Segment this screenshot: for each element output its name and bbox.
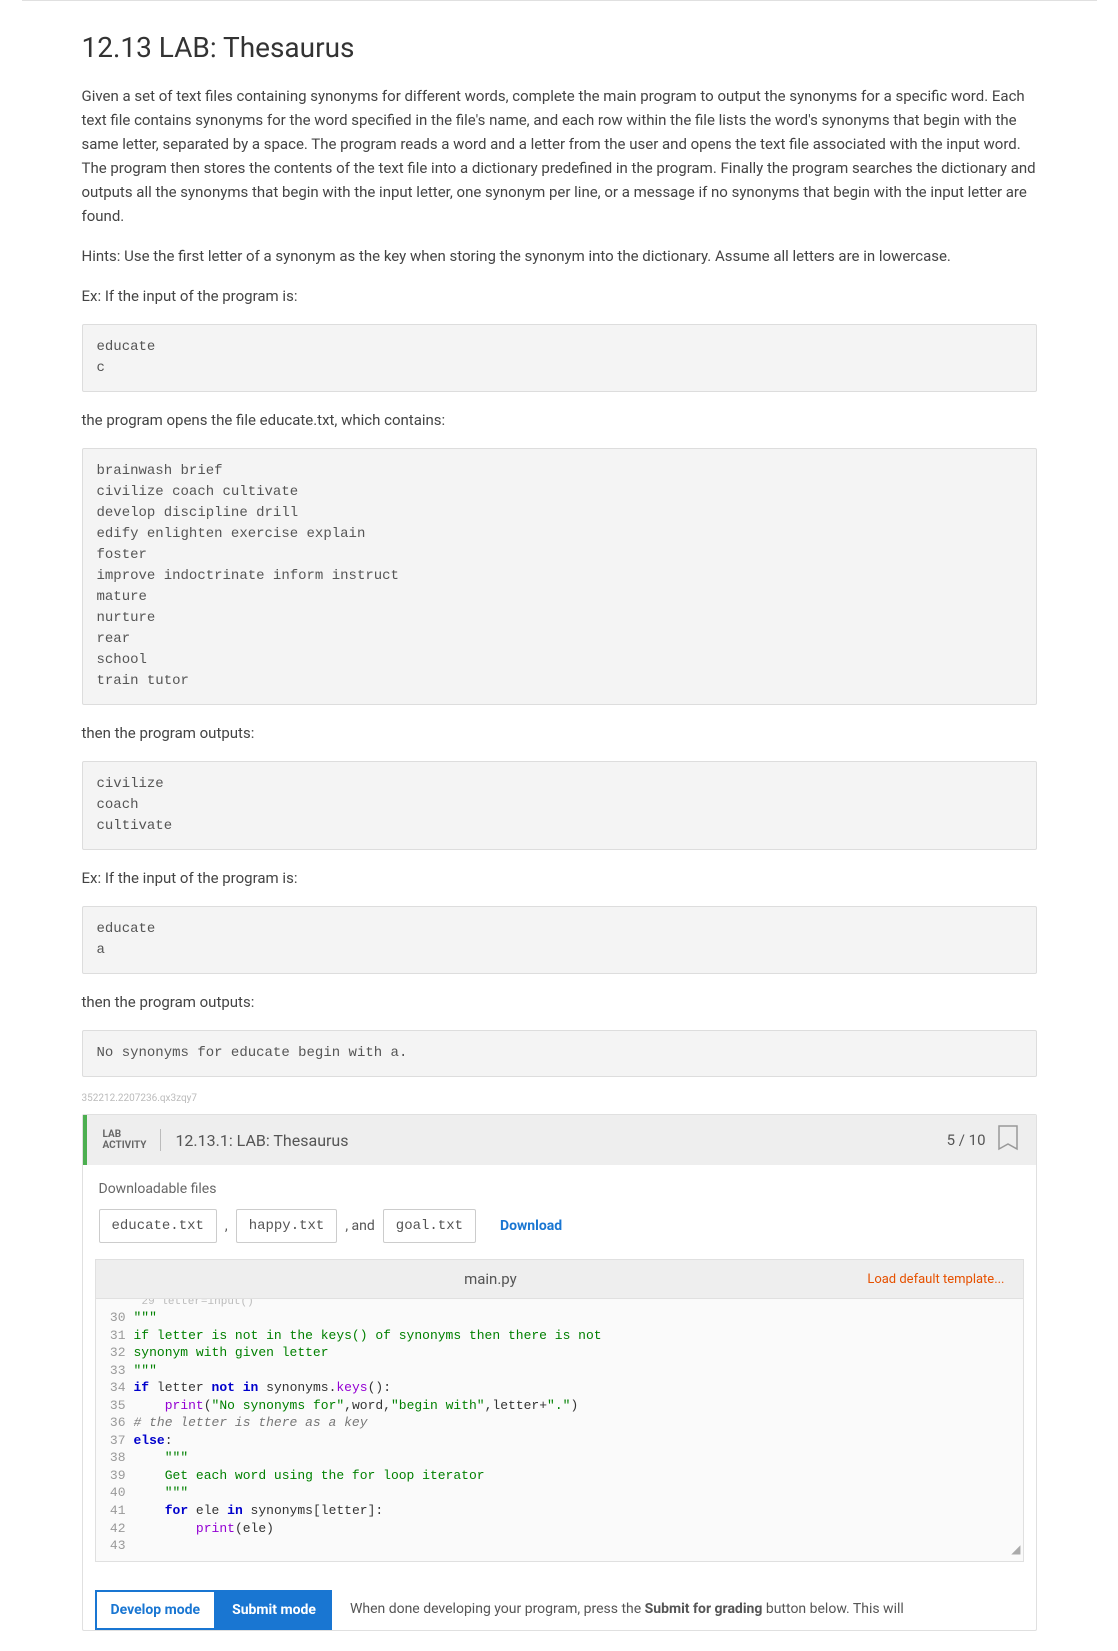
editor-filename: main.py bbox=[114, 1270, 868, 1288]
line-number: 39 bbox=[96, 1467, 134, 1485]
example1-input-box: educate c bbox=[82, 324, 1037, 392]
downloadable-files-row: educate.txt , happy.txt , and goal.txt D… bbox=[99, 1209, 1020, 1243]
example1-then-text: then the program outputs: bbox=[82, 721, 1037, 745]
code-line[interactable]: 32synonym with given letter bbox=[96, 1344, 1023, 1362]
example1-opens-text: the program opens the file educate.txt, … bbox=[82, 408, 1037, 432]
line-number: 31 bbox=[96, 1327, 134, 1345]
line-number: 42 bbox=[96, 1520, 134, 1538]
code-line[interactable]: 42 print(ele) bbox=[96, 1520, 1023, 1538]
example2-output-box: No synonyms for educate begin with a. bbox=[82, 1030, 1037, 1077]
lab-label-line1: LAB bbox=[103, 1129, 147, 1140]
line-number: 41 bbox=[96, 1502, 134, 1520]
code-content[interactable]: Get each word using the for loop iterato… bbox=[134, 1467, 485, 1485]
lab-header: LAB ACTIVITY 12.13.1: LAB: Thesaurus 5 /… bbox=[83, 1115, 1036, 1165]
code-line[interactable]: 37else: bbox=[96, 1432, 1023, 1450]
code-line[interactable]: 30""" bbox=[96, 1309, 1023, 1327]
submit-mode-button[interactable]: Submit mode bbox=[216, 1590, 332, 1630]
submit-text-post: button below. This will bbox=[762, 1601, 903, 1617]
line-number: 40 bbox=[96, 1484, 134, 1502]
line-number: 37 bbox=[96, 1432, 134, 1450]
code-content[interactable]: """ bbox=[134, 1484, 189, 1502]
download-link[interactable]: Download bbox=[500, 1218, 562, 1234]
downloadable-title: Downloadable files bbox=[99, 1181, 1020, 1197]
file-chip-goal[interactable]: goal.txt bbox=[383, 1209, 476, 1243]
lab-activity-box: LAB ACTIVITY 12.13.1: LAB: Thesaurus 5 /… bbox=[82, 1114, 1037, 1631]
code-area[interactable]: 29 letter=input() 30"""31if letter is no… bbox=[96, 1299, 1023, 1561]
code-line[interactable]: 31if letter is not in the keys() of syno… bbox=[96, 1327, 1023, 1345]
code-editor: main.py Load default template... 29 lett… bbox=[95, 1259, 1024, 1562]
line-number: 38 bbox=[96, 1449, 134, 1467]
line-number: 32 bbox=[96, 1344, 134, 1362]
code-line[interactable]: 39 Get each word using the for loop iter… bbox=[96, 1467, 1023, 1485]
lab-score: 5 / 10 bbox=[947, 1131, 986, 1149]
code-content[interactable]: synonym with given letter bbox=[134, 1344, 329, 1362]
code-line[interactable]: 43 bbox=[96, 1537, 1023, 1555]
code-line[interactable]: 40 """ bbox=[96, 1484, 1023, 1502]
code-content[interactable]: """ bbox=[134, 1309, 157, 1327]
code-content[interactable]: else: bbox=[134, 1432, 173, 1450]
submit-text-bold: Submit for grading bbox=[645, 1601, 763, 1617]
page-title: 12.13 LAB: Thesaurus bbox=[82, 31, 1037, 64]
code-line[interactable]: 33""" bbox=[96, 1362, 1023, 1380]
example1-output-box: civilize coach cultivate bbox=[82, 761, 1037, 850]
tracking-id: 352212.2207236.qx3zqy7 bbox=[82, 1093, 1037, 1104]
code-line[interactable]: 34if letter not in synonyms.keys(): bbox=[96, 1379, 1023, 1397]
line-number: 36 bbox=[96, 1414, 134, 1432]
downloadable-section: Downloadable files educate.txt , happy.t… bbox=[83, 1165, 1036, 1259]
partial-prev-line: 29 letter=input() bbox=[96, 1299, 1023, 1309]
file-chip-educate[interactable]: educate.txt bbox=[99, 1209, 217, 1243]
bookmark-icon[interactable] bbox=[996, 1125, 1020, 1155]
code-content[interactable]: """ bbox=[134, 1449, 189, 1467]
code-content[interactable]: if letter not in synonyms.keys(): bbox=[134, 1379, 392, 1397]
hints-text: Hints: Use the first letter of a synonym… bbox=[82, 244, 1037, 268]
code-content[interactable]: # the letter is there as a key bbox=[134, 1414, 368, 1432]
submit-text-pre: When done developing your program, press… bbox=[350, 1601, 645, 1617]
mode-row: Develop mode Submit mode When done devel… bbox=[83, 1574, 1036, 1630]
example2-label: Ex: If the input of the program is: bbox=[82, 866, 1037, 890]
code-line[interactable]: 36# the letter is there as a key bbox=[96, 1414, 1023, 1432]
load-default-template-link[interactable]: Load default template... bbox=[867, 1272, 1004, 1287]
code-line[interactable]: 41 for ele in synonyms[letter]: bbox=[96, 1502, 1023, 1520]
line-number: 35 bbox=[96, 1397, 134, 1415]
resize-handle-icon[interactable]: ◢ bbox=[1011, 1542, 1020, 1558]
submit-instructions: When done developing your program, press… bbox=[350, 1599, 904, 1620]
line-number: 30 bbox=[96, 1309, 134, 1327]
file-chip-happy[interactable]: happy.txt bbox=[236, 1209, 338, 1243]
code-content[interactable]: for ele in synonyms[letter]: bbox=[134, 1502, 384, 1520]
lab-activity-label: LAB ACTIVITY bbox=[103, 1129, 162, 1151]
code-line[interactable]: 38 """ bbox=[96, 1449, 1023, 1467]
lab-title: 12.13.1: LAB: Thesaurus bbox=[161, 1131, 946, 1150]
editor-header: main.py Load default template... bbox=[96, 1260, 1023, 1299]
line-number: 34 bbox=[96, 1379, 134, 1397]
example1-label: Ex: If the input of the program is: bbox=[82, 284, 1037, 308]
code-line[interactable]: 35 print("No synonyms for",word,"begin w… bbox=[96, 1397, 1023, 1415]
file-separator: , and bbox=[345, 1218, 374, 1234]
file-separator: , bbox=[225, 1218, 228, 1234]
example2-input-box: educate a bbox=[82, 906, 1037, 974]
code-content[interactable]: print("No synonyms for",word,"begin with… bbox=[134, 1397, 579, 1415]
line-number: 33 bbox=[96, 1362, 134, 1380]
example2-then-text: then the program outputs: bbox=[82, 990, 1037, 1014]
code-content[interactable]: """ bbox=[134, 1362, 157, 1380]
code-content[interactable]: print(ele) bbox=[134, 1520, 274, 1538]
description-text: Given a set of text files containing syn… bbox=[82, 84, 1037, 228]
lab-label-line2: ACTIVITY bbox=[103, 1140, 147, 1151]
code-content[interactable]: if letter is not in the keys() of synony… bbox=[134, 1327, 602, 1345]
line-number: 43 bbox=[96, 1537, 134, 1555]
example1-filecontents-box: brainwash brief civilize coach cultivate… bbox=[82, 448, 1037, 705]
develop-mode-button[interactable]: Develop mode bbox=[95, 1590, 217, 1630]
